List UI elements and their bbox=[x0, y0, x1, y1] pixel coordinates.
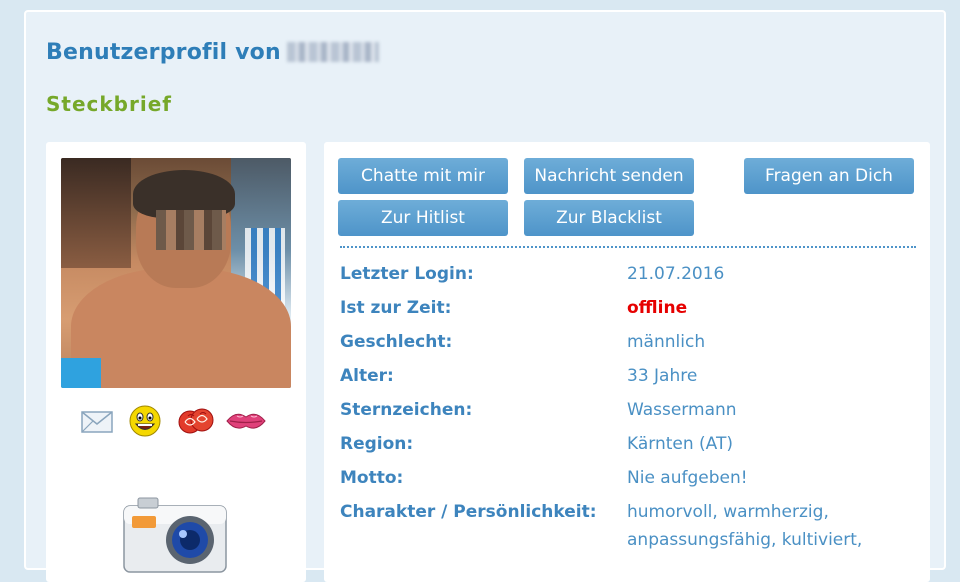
profile-container: Benutzerprofil von Steckbrief Chatte mit… bbox=[24, 10, 946, 582]
status-value: offline bbox=[627, 298, 688, 318]
pixelated-face bbox=[156, 210, 226, 250]
blacklist-button[interactable]: Zur Blacklist bbox=[524, 200, 694, 236]
hitlist-button[interactable]: Zur Hitlist bbox=[338, 200, 508, 236]
detail-value: 33 Jahre bbox=[627, 366, 698, 386]
section-title: Steckbrief bbox=[46, 92, 172, 116]
camera-icon[interactable] bbox=[120, 494, 230, 574]
detail-value: Wassermann bbox=[627, 400, 737, 420]
questions-button[interactable]: Fragen an Dich bbox=[744, 158, 914, 194]
chat-button[interactable]: Chatte mit mir bbox=[338, 158, 508, 194]
mail-icon[interactable] bbox=[80, 404, 114, 438]
blurred-username bbox=[286, 42, 379, 62]
detail-label: Alter: bbox=[340, 366, 394, 386]
kiss-icon[interactable] bbox=[224, 404, 266, 438]
detail-value: 21.07.2016 bbox=[627, 264, 725, 284]
detail-value: Nie aufgeben! bbox=[627, 468, 748, 488]
divider bbox=[340, 246, 916, 248]
detail-value: Kärnten (AT) bbox=[627, 434, 733, 454]
detail-label: Ist zur Zeit: bbox=[340, 298, 452, 318]
detail-label: Sternzeichen: bbox=[340, 400, 473, 420]
detail-label: Region: bbox=[340, 434, 414, 454]
detail-label: Letzter Login: bbox=[340, 264, 474, 284]
detail-label: Charakter / Persönlichkeit: bbox=[340, 502, 597, 522]
smiley-icon[interactable] bbox=[128, 404, 162, 438]
interaction-icons bbox=[80, 404, 266, 438]
profile-details: Chatte mit mir Nachricht senden Fragen a… bbox=[324, 142, 930, 582]
detail-label: Geschlecht: bbox=[340, 332, 453, 352]
page-title: Benutzerprofil von bbox=[46, 40, 379, 65]
detail-value: humorvoll, warmherzig, anpassungsfähig, … bbox=[627, 502, 863, 550]
detail-label: Motto: bbox=[340, 468, 404, 488]
page-title-text: Benutzerprofil von bbox=[46, 40, 281, 65]
profile-photo[interactable] bbox=[61, 158, 291, 388]
profile-sidebar bbox=[46, 142, 306, 582]
detail-value: männlich bbox=[627, 332, 706, 352]
rose-icon[interactable] bbox=[176, 404, 214, 438]
send-message-button[interactable]: Nachricht senden bbox=[524, 158, 694, 194]
